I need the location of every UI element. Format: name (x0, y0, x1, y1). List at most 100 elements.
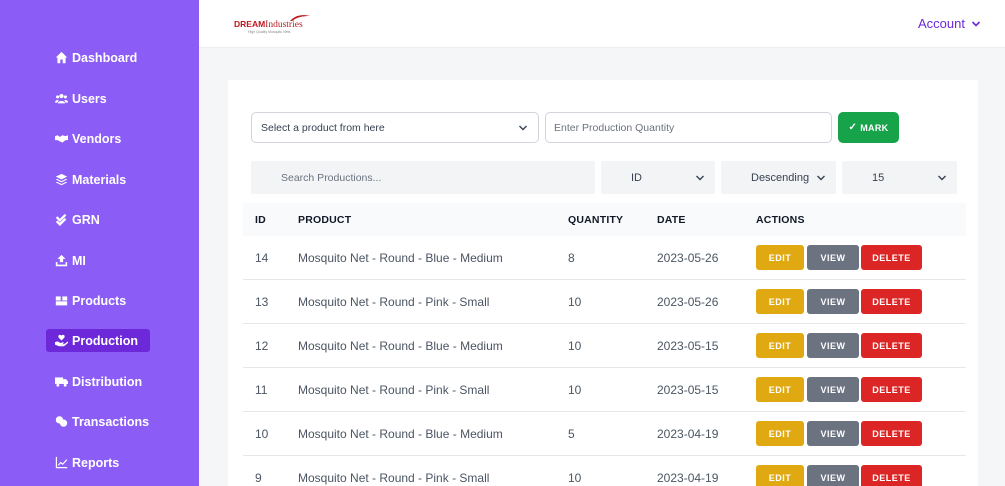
layers-icon (54, 173, 68, 187)
column-header-id[interactable]: ID (255, 214, 266, 226)
edit-button[interactable]: EDIT (756, 377, 804, 402)
cell-date: 2023-04-19 (657, 471, 719, 485)
chevron-down-icon (519, 125, 527, 131)
cell-id: 14 (255, 251, 269, 265)
edit-button[interactable]: EDIT (756, 465, 804, 486)
edit-button[interactable]: EDIT (756, 245, 804, 270)
users-icon (54, 92, 68, 106)
cell-product: Mosquito Net - Round - Blue - Medium (298, 339, 503, 353)
sidebar-item-reports[interactable]: Reports (46, 451, 127, 474)
sidebar-item-users[interactable]: Users (46, 87, 115, 110)
cell-product: Mosquito Net - Round - Pink - Small (298, 383, 490, 397)
sidebar-item-label: Reports (72, 455, 120, 470)
sort-order-select[interactable]: Descending (721, 161, 836, 194)
sidebar-item-label: GRN (72, 212, 100, 227)
logo-tagline: High Quality Mosquito Nets (248, 30, 291, 34)
cell-date: 2023-05-26 (657, 295, 719, 309)
table-row: 9 Mosquito Net - Round - Pink - Small 10… (243, 456, 966, 486)
sidebar-item-transactions[interactable]: Transactions (46, 410, 157, 433)
edit-button[interactable]: EDIT (756, 421, 804, 446)
cell-product: Mosquito Net - Round - Blue - Medium (298, 427, 503, 441)
cell-date: 2023-04-19 (657, 427, 719, 441)
sidebar-item-label: Dashboard (72, 50, 138, 65)
table-row: 12 Mosquito Net - Round - Blue - Medium … (243, 324, 966, 368)
mark-button-label: MARK (860, 122, 889, 133)
company-logo[interactable]: DREAMIndustries High Quality Mosquito Ne… (234, 14, 314, 36)
column-header-product[interactable]: PRODUCT (298, 214, 351, 226)
sidebar-item-label: MI (72, 253, 86, 268)
sidebar-item-distribution[interactable]: Distribution (46, 370, 150, 393)
delete-button[interactable]: DELETE (861, 333, 922, 358)
column-header-actions: ACTIONS (756, 214, 805, 226)
cell-product: Mosquito Net - Round - Blue - Medium (298, 251, 503, 265)
sidebar-item-materials[interactable]: Materials (46, 168, 134, 191)
cell-product: Mosquito Net - Round - Pink - Small (298, 471, 490, 485)
view-button[interactable]: VIEW (807, 289, 859, 314)
view-button[interactable]: VIEW (807, 465, 859, 486)
hand-holding-icon (54, 334, 68, 348)
chevron-down-icon (971, 20, 981, 27)
account-label: Account (918, 16, 965, 31)
sidebar-item-label: Users (72, 91, 107, 106)
column-header-date[interactable]: DATE (657, 214, 686, 226)
sidebar-item-products[interactable]: Products (46, 289, 134, 312)
delete-button[interactable]: DELETE (861, 377, 922, 402)
sidebar-item-label: Vendors (72, 131, 122, 146)
cell-date: 2023-05-15 (657, 383, 719, 397)
cell-product: Mosquito Net - Round - Pink - Small (298, 295, 490, 309)
cell-quantity: 10 (568, 471, 582, 485)
sidebar-item-grn[interactable]: GRN (46, 208, 108, 231)
delete-button[interactable]: DELETE (861, 421, 922, 446)
table-header: ID PRODUCT QUANTITY DATE ACTIONS (243, 203, 966, 236)
mark-button[interactable]: ✓ MARK (838, 112, 899, 143)
cell-id: 13 (255, 295, 269, 309)
view-button[interactable]: VIEW (807, 333, 859, 358)
home-icon (54, 51, 68, 65)
sort-field-select[interactable]: ID (601, 161, 715, 194)
view-button[interactable]: VIEW (807, 245, 859, 270)
chevron-down-icon (817, 175, 825, 181)
edit-button[interactable]: EDIT (756, 333, 804, 358)
edit-button[interactable]: EDIT (756, 289, 804, 314)
account-menu[interactable]: Account (918, 16, 981, 31)
sidebar-item-dashboard[interactable]: Dashboard (46, 46, 145, 69)
chevron-down-icon (938, 175, 946, 181)
sidebar-item-label: Transactions (72, 414, 150, 429)
exchange-icon (54, 415, 68, 429)
sort-field-value: ID (631, 171, 642, 184)
cell-quantity: 8 (568, 251, 575, 265)
double-check-icon (54, 213, 68, 227)
search-productions-input[interactable] (251, 161, 595, 194)
view-button[interactable]: VIEW (807, 377, 859, 402)
sidebar-item-mi[interactable]: MI (46, 249, 94, 272)
cell-id: 11 (255, 383, 268, 397)
truck-icon (54, 375, 68, 389)
table-row: 11 Mosquito Net - Round - Pink - Small 1… (243, 368, 966, 412)
product-select[interactable]: Select a product from here (251, 112, 539, 143)
product-select-value: Select a product from here (261, 121, 385, 134)
table-row: 14 Mosquito Net - Round - Blue - Medium … (243, 236, 966, 280)
page-size-select[interactable]: 15 (842, 161, 957, 194)
chevron-down-icon (696, 175, 704, 181)
sidebar-item-label: Production (72, 333, 138, 348)
top-header: DREAMIndustries High Quality Mosquito Ne… (199, 0, 1005, 48)
view-button[interactable]: VIEW (807, 421, 859, 446)
chart-line-icon (54, 456, 68, 470)
delete-button[interactable]: DELETE (861, 245, 922, 270)
delete-button[interactable]: DELETE (861, 465, 922, 486)
delete-button[interactable]: DELETE (861, 289, 922, 314)
column-header-quantity[interactable]: QUANTITY (568, 214, 623, 226)
cell-quantity: 10 (568, 295, 582, 309)
boxes-icon (54, 294, 68, 308)
cell-quantity: 10 (568, 383, 582, 397)
sidebar-item-vendors[interactable]: Vendors (46, 127, 129, 150)
handshake-icon (54, 132, 68, 146)
sidebar-item-production[interactable]: Production (46, 329, 150, 352)
page-size-value: 15 (872, 171, 885, 184)
check-icon: ✓ (848, 122, 858, 133)
cell-id: 9 (255, 471, 262, 485)
sidebar: Dashboard Users Vendors Materials GRN MI… (0, 0, 199, 486)
production-quantity-input[interactable] (545, 112, 832, 143)
upload-icon (54, 254, 68, 268)
sidebar-item-label: Products (72, 293, 127, 308)
